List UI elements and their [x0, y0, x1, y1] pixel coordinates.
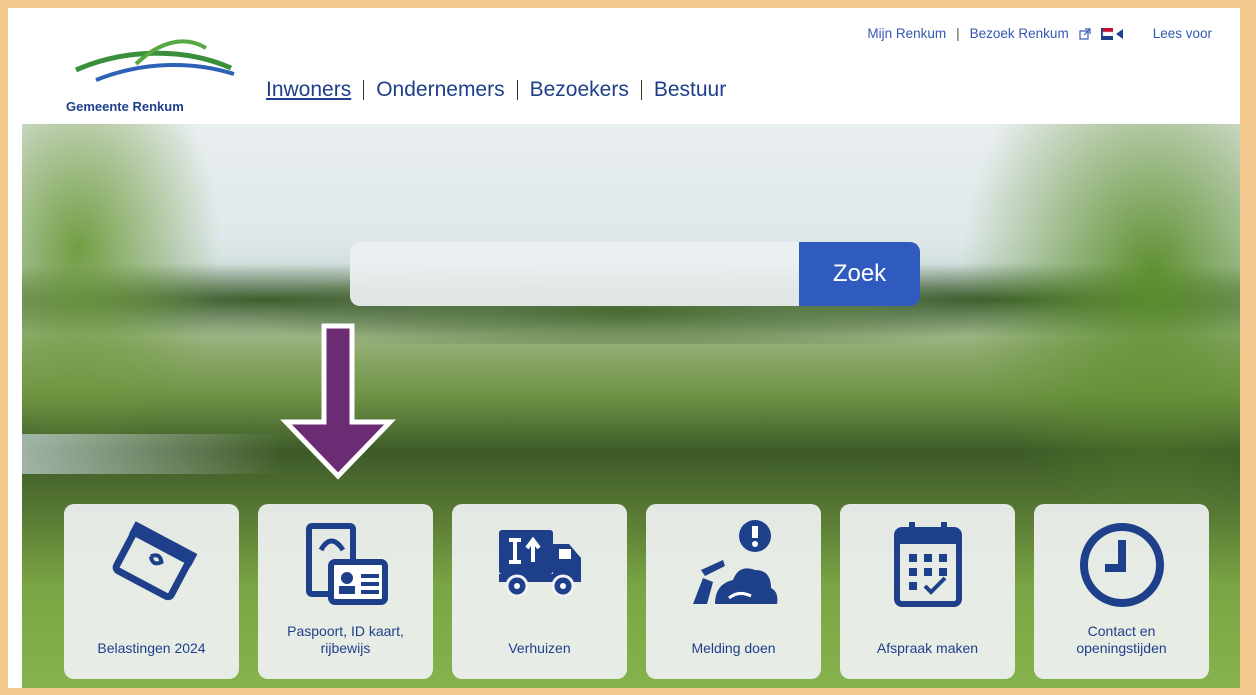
tile-label: Melding doen [691, 640, 776, 657]
down-arrow-icon [280, 323, 396, 480]
tile-label: Paspoort, ID kaart, rijbewijs [287, 623, 404, 657]
nav-bestuur[interactable]: Bestuur [642, 78, 738, 102]
tile-verhuizen[interactable]: Verhuizen [452, 504, 627, 679]
main-navigation: Inwoners Ondernemers Bezoekers Bestuur [266, 78, 738, 102]
tile-label: Belastingen 2024 [97, 640, 206, 657]
foliage-left [22, 124, 222, 464]
moving-truck-icon [498, 530, 581, 598]
tile-afspraak[interactable]: Afspraak maken [840, 504, 1015, 679]
report-issue-icon [692, 520, 777, 604]
search-button[interactable]: Zoek [799, 242, 920, 306]
tile-label: Afspraak maken [876, 640, 979, 657]
site-header: Gemeente Renkum Mijn Renkum | Bezoek Ren… [22, 8, 1240, 124]
external-link-icon [1079, 27, 1091, 40]
nav-bezoekers[interactable]: Bezoekers [518, 78, 641, 102]
nav-ondernemers[interactable]: Ondernemers [364, 78, 516, 102]
bezoek-renkum-link[interactable]: Bezoek Renkum [970, 26, 1069, 41]
logo-text: Gemeente Renkum [66, 99, 184, 114]
language-flags-icon[interactable] [1100, 27, 1129, 41]
logo-landscape-icon [74, 39, 235, 82]
mijn-renkum-link[interactable]: Mijn Renkum [867, 26, 946, 41]
nav-inwoners[interactable]: Inwoners [266, 78, 363, 102]
tile-melding[interactable]: Melding doen [646, 504, 821, 679]
tile-contact[interactable]: Contact en openingstijden [1034, 504, 1209, 679]
passport-id-icon [305, 523, 388, 605]
tile-belastingen[interactable]: Belastingen 2024 [64, 504, 239, 679]
river [22, 434, 282, 474]
tile-paspoort[interactable]: Paspoort, ID kaart, rijbewijs [258, 504, 433, 679]
hero-banner: Zoek Belastingen 2024 Paspoort, ID kaart… [22, 124, 1240, 688]
tile-label: Contact en openingstijden [1076, 623, 1167, 657]
calendar-icon [893, 522, 962, 607]
page-frame: Gemeente Renkum Mijn Renkum | Bezoek Ren… [8, 8, 1240, 688]
tile-label: Verhuizen [508, 640, 571, 657]
search-bar: Zoek [350, 242, 920, 306]
foliage-right [960, 124, 1240, 524]
tax-card-icon [112, 521, 197, 601]
clock-icon [1079, 523, 1164, 607]
lees-voor-link[interactable]: Lees voor [1153, 26, 1212, 41]
gemeente-renkum-logo[interactable]: Gemeente Renkum [66, 34, 236, 114]
separator: | [956, 26, 960, 41]
search-input[interactable] [350, 242, 799, 306]
quick-links: Belastingen 2024 Paspoort, ID kaart, rij… [64, 504, 1209, 679]
top-navigation: Mijn Renkum | Bezoek Renkum Lees voor [867, 26, 1212, 41]
